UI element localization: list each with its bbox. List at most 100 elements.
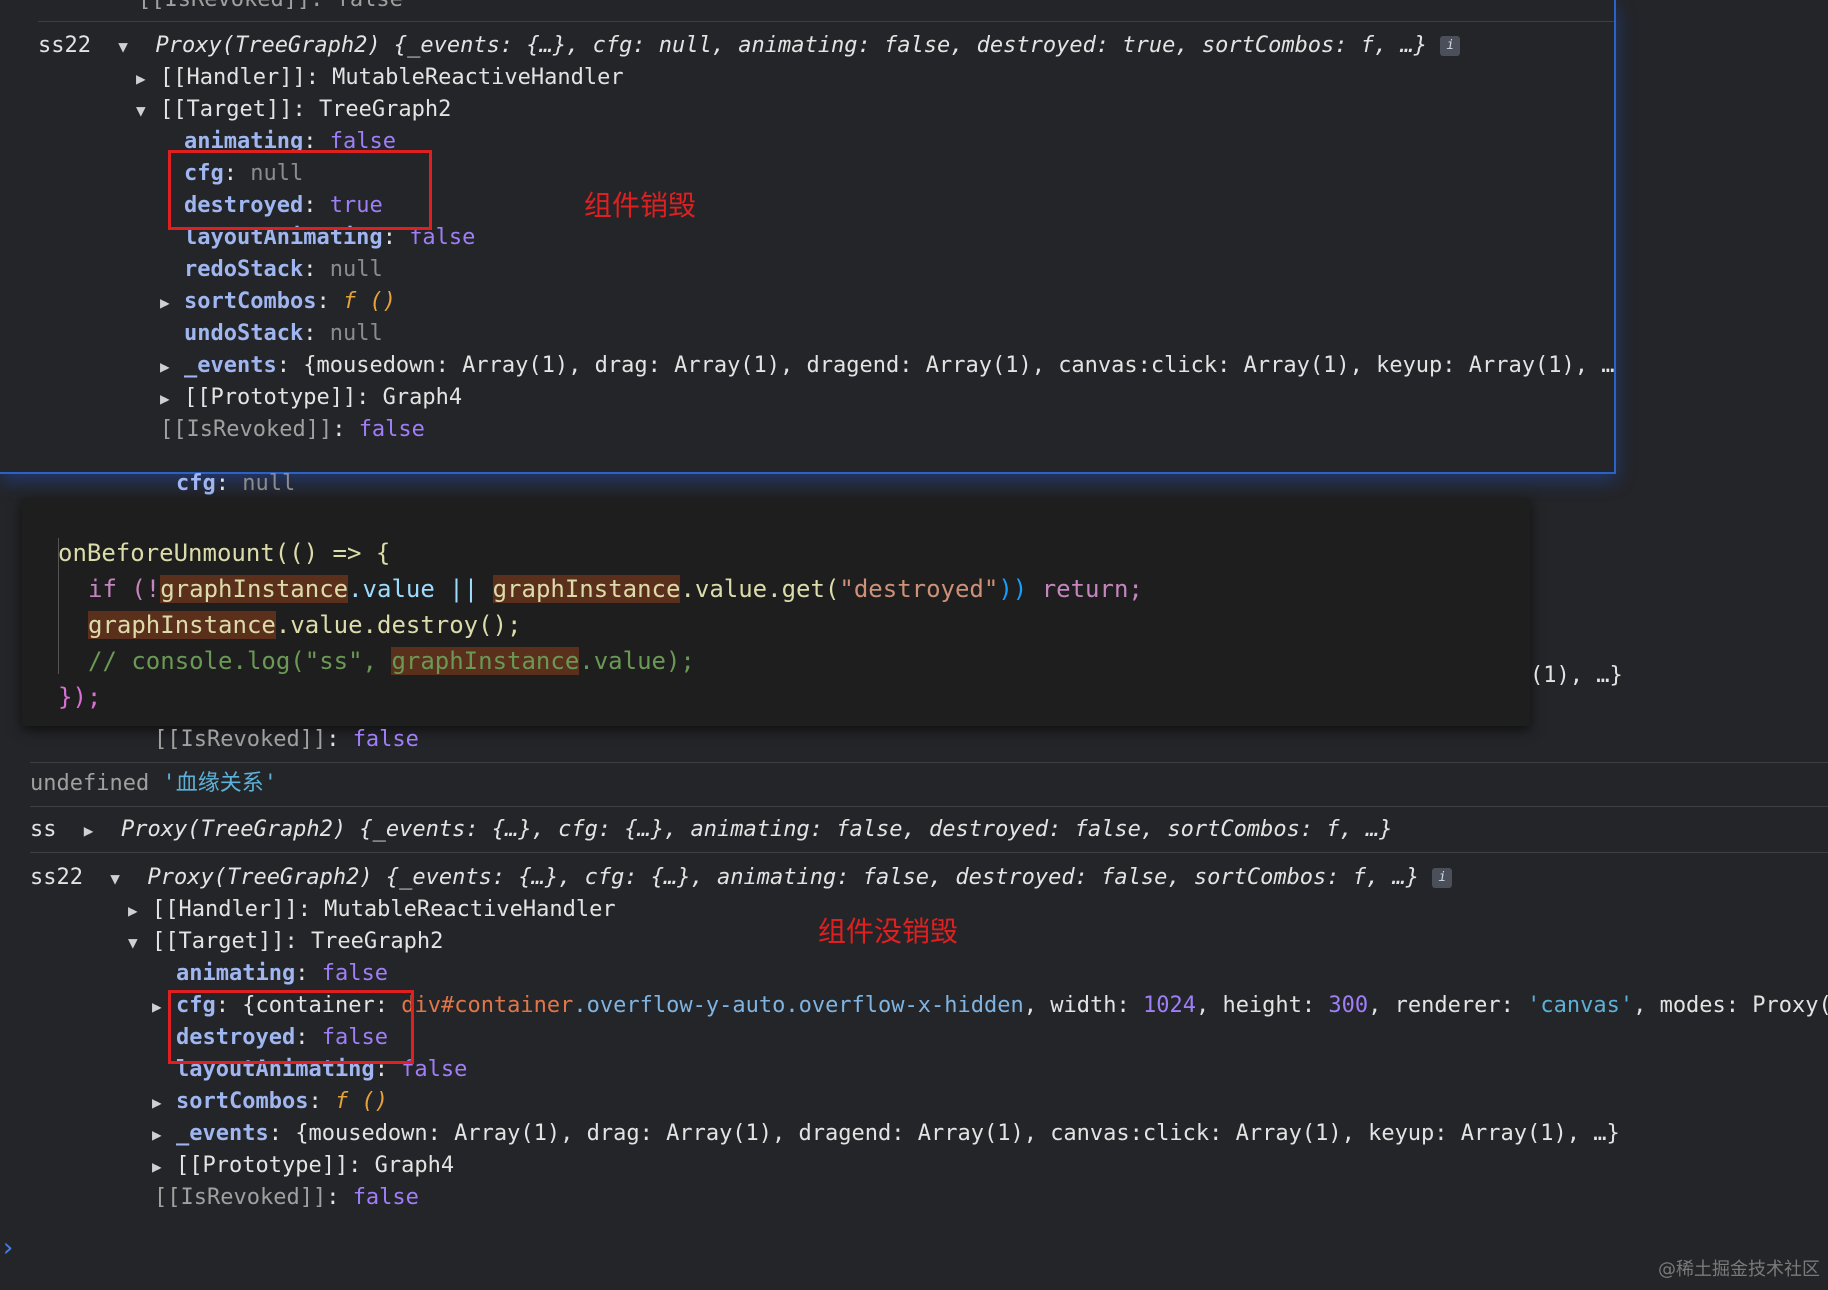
cfg-id: #container xyxy=(440,993,574,1018)
prop-key: sortCombos xyxy=(176,1089,309,1114)
prop-value: null xyxy=(329,321,383,346)
watermark: @稀土掘金技术社区 xyxy=(1658,1259,1820,1280)
code-string: "destroyed" xyxy=(839,575,999,603)
prototype-text: [[Prototype]]: Graph4 xyxy=(184,385,463,410)
prop-value: {mousedown: Array(1), drag: Array(1), dr… xyxy=(295,1121,1620,1146)
cfg-text: , height: xyxy=(1195,993,1329,1018)
ss22-log-row[interactable]: ss22 ▼ Proxy(TreeGraph2) {_events: {…}, … xyxy=(30,862,1453,895)
prop-events[interactable]: ▶ _events: {mousedown: Array(1), drag: Ar… xyxy=(152,1118,1620,1150)
console-prompt-icon[interactable]: › xyxy=(0,1232,16,1264)
revoked-row: [[IsRevoked]]: false xyxy=(160,417,425,442)
cfg-text: , width: xyxy=(1023,993,1143,1018)
expanded-triangle-icon[interactable]: ▼ xyxy=(136,95,160,127)
prop-key: [[IsRevoked]] xyxy=(160,417,333,442)
prop-value: false xyxy=(358,417,425,442)
code-highlight: graphInstance xyxy=(88,611,276,639)
expanded-triangle-icon[interactable]: ▼ xyxy=(118,31,142,63)
code-text: }); xyxy=(58,683,102,711)
target-text: [[Target]]: TreeGraph2 xyxy=(160,97,452,122)
cut-revoked-line: [[IsRevoked]]: false xyxy=(138,0,403,16)
prototype-row[interactable]: ▶ [[Prototype]]: Graph4 xyxy=(160,382,462,414)
code-text: )) xyxy=(998,575,1042,603)
code-comment: .value); xyxy=(579,647,695,675)
console-snapshot-destroyed: [[IsRevoked]]: false ss22 ▼ Proxy(TreeGr… xyxy=(0,0,1616,474)
target-row[interactable]: ▼ [[Target]]: TreeGraph2 xyxy=(128,926,443,958)
log-label: ss22 xyxy=(30,865,83,890)
info-icon[interactable]: i xyxy=(1440,36,1461,56)
code-line-1: onBeforeUnmount(() => { xyxy=(58,536,390,570)
code-keyword: return; xyxy=(1041,575,1143,603)
prop-events[interactable]: ▶ _events: {mousedown: Array(1), drag: Ar… xyxy=(160,350,1615,382)
divider xyxy=(30,806,1828,807)
prop-animating: animating: false xyxy=(176,961,388,986)
target-row[interactable]: ▼ [[Target]]: TreeGraph2 xyxy=(136,94,451,126)
code-comment: // console.log("ss", xyxy=(88,647,392,675)
cfg-string: 'canvas' xyxy=(1527,993,1634,1018)
code-text: .value.destroy(); xyxy=(275,611,522,639)
prop-redoStack: redoStack: null xyxy=(184,257,383,282)
prop-value: false xyxy=(321,961,388,986)
handler-text: [[Handler]]: MutableReactiveHandler xyxy=(152,897,616,922)
collapsed-triangle-icon[interactable]: ▶ xyxy=(160,287,184,319)
collapsed-triangle-icon[interactable]: ▶ xyxy=(128,895,152,927)
log-label: ss22 xyxy=(38,33,91,58)
divider xyxy=(38,21,1614,22)
annotation-destroyed: 组件销毁 xyxy=(584,189,697,222)
cfg-classes: .overflow-y-auto.overflow-x-hidden xyxy=(573,993,1024,1018)
proxy-summary: Proxy(TreeGraph2) {_events: {…}, cfg: nu… xyxy=(155,33,1428,58)
prop-key: _events xyxy=(176,1121,269,1146)
prop-value: f () xyxy=(334,1089,388,1114)
prop-key: undoStack xyxy=(184,321,304,346)
collapsed-triangle-icon[interactable]: ▶ xyxy=(152,1087,176,1119)
handler-row[interactable]: ▶ [[Handler]]: MutableReactiveHandler xyxy=(136,62,624,94)
ss22-log-row[interactable]: ss22 ▼ Proxy(TreeGraph2) {_events: {…}, … xyxy=(38,30,1461,63)
log-label: ss xyxy=(30,817,57,842)
highlight-box xyxy=(168,990,414,1064)
ss-log-row[interactable]: ss ▶ Proxy(TreeGraph2) {_events: {…}, cf… xyxy=(30,814,1393,846)
prop-sortCombos[interactable]: ▶ sortCombos: f () xyxy=(160,286,396,318)
prop-key: sortCombos xyxy=(184,289,317,314)
code-highlight: graphInstance xyxy=(492,575,681,603)
prop-value: false xyxy=(352,727,419,752)
string-value: '血缘关系' xyxy=(162,771,277,796)
prop-key: [[IsRevoked]] xyxy=(154,1185,327,1210)
expanded-triangle-icon[interactable]: ▼ xyxy=(128,927,152,959)
prop-key: _events xyxy=(184,353,277,378)
collapsed-triangle-icon[interactable]: ▶ xyxy=(84,815,108,847)
prop-value: null xyxy=(242,471,296,496)
collapsed-triangle-icon[interactable]: ▶ xyxy=(152,1151,176,1183)
cfg-text: , modes: Proxy( xyxy=(1633,993,1828,1018)
prop-key: redoStack xyxy=(184,257,304,282)
prototype-row[interactable]: ▶ [[Prototype]]: Graph4 xyxy=(152,1150,454,1182)
prop-value: f () xyxy=(342,289,396,314)
collapsed-triangle-icon[interactable]: ▶ xyxy=(160,351,184,383)
divider xyxy=(30,852,1828,853)
peek-revoked-line: [[IsRevoked]]: false xyxy=(154,727,419,752)
collapsed-triangle-icon[interactable]: ▶ xyxy=(136,63,160,95)
code-line-3: graphInstance.value.destroy(); xyxy=(88,608,521,642)
undefined-log-row: undefined '血缘关系' xyxy=(30,768,277,800)
code-snippet: onBeforeUnmount(() => { if (!graphInstan… xyxy=(22,498,1530,726)
divider xyxy=(30,762,1828,763)
proxy-summary: Proxy(TreeGraph2) {_events: {…}, cfg: {…… xyxy=(121,817,1393,842)
undefined-text: undefined xyxy=(30,771,150,796)
target-text: [[Target]]: TreeGraph2 xyxy=(152,929,444,954)
prop-value: false xyxy=(352,1185,419,1210)
info-icon[interactable]: i xyxy=(1432,868,1453,888)
handler-row[interactable]: ▶ [[Handler]]: MutableReactiveHandler xyxy=(128,894,616,926)
prop-sortCombos[interactable]: ▶ sortCombos: f () xyxy=(152,1086,388,1118)
annotation-not-destroyed: 组件没销毁 xyxy=(818,915,959,948)
code-text: onBeforeUnmount(() => { xyxy=(58,539,391,567)
handler-text: [[Handler]]: MutableReactiveHandler xyxy=(160,65,624,90)
collapsed-triangle-icon[interactable]: ▶ xyxy=(160,383,184,415)
expanded-triangle-icon[interactable]: ▼ xyxy=(110,863,134,895)
prop-key: [[IsRevoked]] xyxy=(154,727,327,752)
prop-value: null xyxy=(329,257,383,282)
code-line-2: if (!graphInstance.value || graphInstanc… xyxy=(88,572,1143,606)
code-highlight: graphInstance xyxy=(160,575,349,603)
collapsed-triangle-icon[interactable]: ▶ xyxy=(152,1119,176,1151)
code-text: .value || xyxy=(348,575,493,603)
prop-undoStack: undoStack: null xyxy=(184,321,383,346)
code-text: .value.get( xyxy=(680,575,840,603)
cfg-text: , renderer: xyxy=(1368,993,1528,1018)
